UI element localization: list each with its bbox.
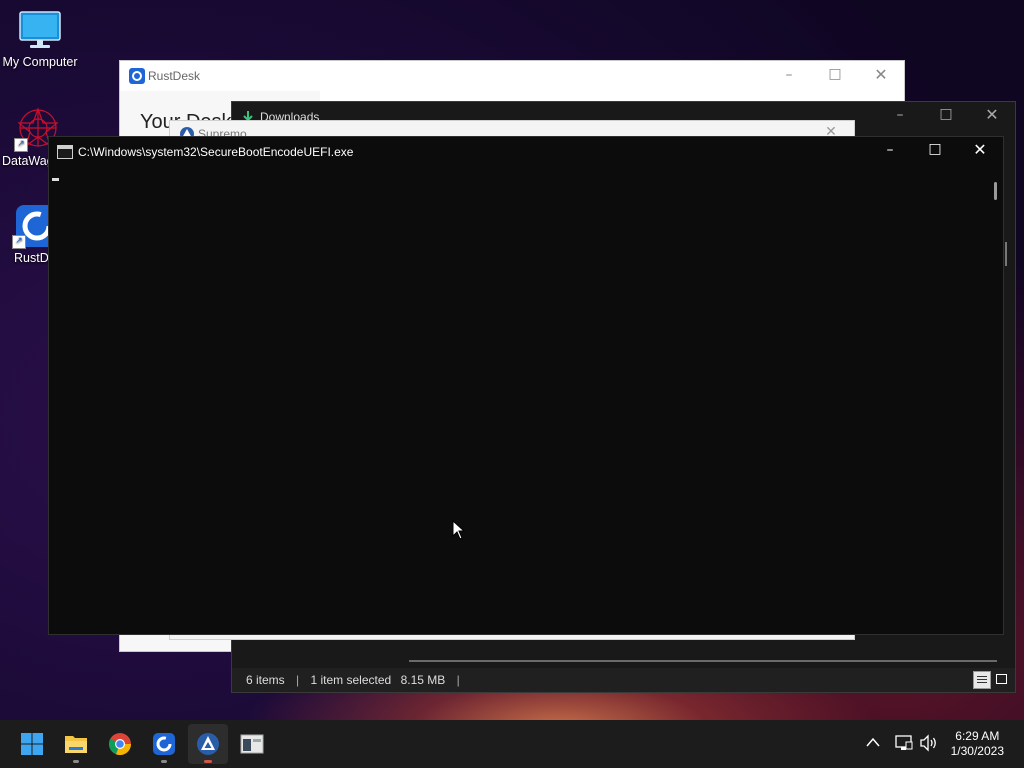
taskbar: 6:29 AM 1/30/2023 [0, 720, 1024, 768]
start-button[interactable] [12, 724, 52, 764]
shortcut-arrow-icon: ↗ [12, 235, 26, 249]
windows-start-icon [21, 733, 43, 755]
taskbar-console[interactable] [232, 724, 272, 764]
network-button[interactable] [894, 734, 914, 754]
window-title: C:\Windows\system32\SecureBootEncodeUEFI… [78, 145, 354, 159]
running-indicator [73, 760, 79, 763]
running-indicator [161, 760, 167, 763]
minimize-button[interactable]: – [867, 142, 913, 158]
chrome-icon [108, 733, 132, 756]
taskbar-clock[interactable]: 6:29 AM 1/30/2023 [951, 729, 1004, 759]
desktop-icon-label: My Computer [2, 55, 78, 69]
maximize-button[interactable]: □ [912, 141, 958, 157]
network-icon [895, 735, 913, 750]
taskbar-chrome[interactable] [100, 724, 140, 764]
show-hidden-icons-button[interactable] [866, 736, 884, 754]
clock-date: 1/30/2023 [950, 744, 1004, 758]
close-button[interactable]: ✕ [969, 105, 1015, 124]
console-window[interactable]: C:\Windows\system32\SecureBootEncodeUEFI… [48, 136, 1004, 635]
status-bar: 6 items | 1 item selected 8.15 MB | [232, 668, 1015, 692]
details-view-icon[interactable] [973, 671, 991, 689]
running-indicator [204, 760, 212, 763]
close-button[interactable]: ✕ [858, 65, 904, 84]
console-output-area[interactable] [49, 167, 987, 634]
monitor-icon [19, 11, 61, 48]
console-app-icon [240, 734, 264, 754]
speaker-icon [920, 734, 936, 752]
tiles-view-icon[interactable] [993, 671, 1011, 689]
supremo-icon [197, 733, 219, 755]
close-button[interactable]: ✕ [957, 140, 1003, 159]
maximize-button[interactable]: □ [923, 106, 969, 122]
clock-time: 6:29 AM [955, 729, 1000, 743]
minimize-button[interactable]: – [877, 107, 923, 123]
taskbar-file-explorer[interactable] [56, 724, 96, 764]
status-item-count: 6 items [246, 673, 285, 687]
folder-icon [65, 736, 87, 753]
horizontal-scrollbar[interactable] [409, 660, 997, 662]
console-app-icon [57, 145, 73, 159]
volume-button[interactable] [919, 734, 939, 754]
rustdesk-logo-icon [129, 68, 145, 84]
vertical-scrollbar[interactable] [994, 182, 997, 200]
mouse-pointer-icon [452, 520, 466, 540]
console-titlebar[interactable]: C:\Windows\system32\SecureBootEncodeUEFI… [49, 137, 1003, 167]
desktop-icon-my-computer[interactable]: My Computer [0, 10, 80, 69]
vertical-scrollbar[interactable] [1005, 242, 1007, 266]
taskbar-supremo[interactable] [188, 724, 228, 764]
minimize-button[interactable]: – [766, 67, 812, 83]
shortcut-arrow-icon: ↗ [14, 138, 28, 152]
maximize-button[interactable]: □ [812, 66, 858, 82]
status-selected: 1 item selected [310, 673, 392, 687]
text-cursor [52, 178, 59, 181]
window-title: RustDesk [148, 69, 201, 83]
rustdesk-icon [153, 733, 175, 755]
taskbar-rustdesk[interactable] [144, 724, 184, 764]
chevron-up-icon [866, 737, 880, 747]
status-size: 8.15 MB [400, 673, 446, 687]
